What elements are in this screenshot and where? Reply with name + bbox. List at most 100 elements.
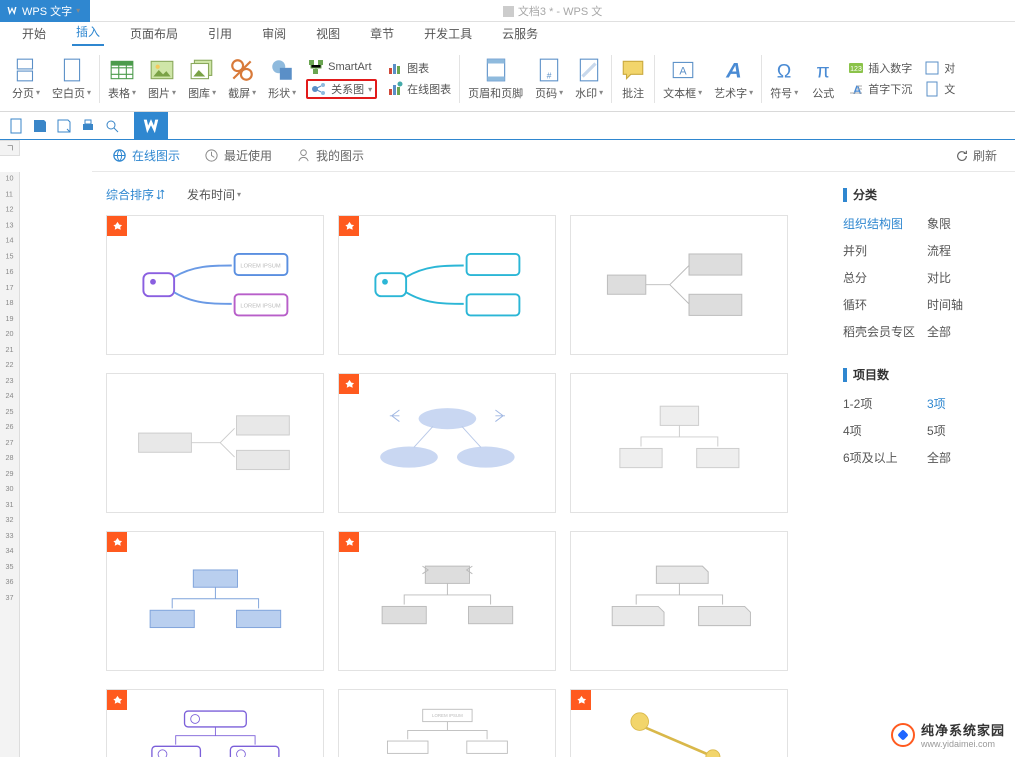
table-button[interactable]: 表格	[102, 49, 142, 109]
svg-text:A: A	[725, 57, 742, 82]
svg-text:LOREM IPSUM: LOREM IPSUM	[432, 713, 463, 718]
menu-start[interactable]: 开始	[18, 21, 50, 46]
wps-logo-icon	[6, 5, 18, 17]
app-name: WPS 文字	[22, 3, 72, 19]
menu-cloud[interactable]: 云服务	[498, 21, 542, 46]
comment-button[interactable]: 批注	[614, 49, 652, 109]
cat-compare[interactable]: 对比	[927, 269, 1005, 286]
menu-view[interactable]: 视图	[312, 21, 344, 46]
file-icon	[924, 81, 940, 97]
qa-save-icon[interactable]	[32, 118, 48, 134]
count-1-2[interactable]: 1-2项	[843, 395, 921, 412]
insert-number-button[interactable]: 123插入数字	[846, 59, 914, 77]
textbox-icon: A	[670, 57, 696, 83]
cat-flow[interactable]: 流程	[927, 242, 1005, 259]
template-card[interactable]: LOREM IPSUM	[338, 689, 556, 757]
side-panel: 分类 组织结构图 象限 并列 流程 总分 对比 循环 时间轴 稻壳会员专区 全部…	[825, 172, 1015, 757]
template-card[interactable]	[570, 531, 788, 671]
template-card[interactable]	[338, 531, 556, 671]
omega-icon: Ω	[771, 57, 797, 83]
shapes-button[interactable]: 形状	[262, 49, 302, 109]
menu-insert[interactable]: 插入	[72, 19, 104, 46]
relation-diagram-button[interactable]: 关系图▾	[306, 79, 377, 99]
table-icon	[109, 57, 135, 83]
symbol-button[interactable]: Ω 符号	[764, 49, 804, 109]
relation-icon	[311, 81, 327, 97]
count-heading: 项目数	[843, 366, 1005, 383]
tab-online-diagram[interactable]: 在线图示	[112, 147, 180, 164]
screenshot-icon	[229, 57, 255, 83]
template-card[interactable]: LOREM IPSUMLOREM IPSUM	[106, 215, 324, 355]
cat-member-zone[interactable]: 稻壳会员专区	[843, 323, 921, 340]
count-5[interactable]: 5项	[927, 422, 1005, 439]
equation-button[interactable]: π 公式	[804, 49, 842, 109]
cat-summary[interactable]: 总分	[843, 269, 921, 286]
tab-recent[interactable]: 最近使用	[204, 147, 272, 164]
chart-button[interactable]: 图表	[385, 59, 453, 77]
template-card[interactable]	[570, 373, 788, 513]
template-card[interactable]	[338, 215, 556, 355]
svg-text:123: 123	[850, 66, 862, 73]
dropcap-button[interactable]: A首字下沉	[846, 80, 914, 98]
qa-preview-icon[interactable]	[104, 118, 120, 134]
svg-text:A: A	[853, 83, 862, 97]
cat-org-chart[interactable]: 组织结构图	[843, 215, 921, 232]
premium-badge-icon	[571, 690, 591, 710]
picture-button[interactable]: 图片	[142, 49, 182, 109]
header-footer-button[interactable]: 页眉和页脚	[462, 49, 529, 109]
smartart-button[interactable]: SmartArt	[306, 58, 377, 76]
qa-print-icon[interactable]	[80, 118, 96, 134]
watermark-button[interactable]: 水印	[569, 49, 609, 109]
cat-timeline[interactable]: 时间轴	[927, 296, 1005, 313]
sort-comprehensive[interactable]: 综合排序	[106, 186, 165, 203]
document-title: 文档3 * - WPS 文	[90, 3, 1015, 19]
cat-parallel[interactable]: 并列	[843, 242, 921, 259]
page-number-button[interactable]: # 页码	[529, 49, 569, 109]
template-card[interactable]	[106, 689, 324, 757]
object-button-1[interactable]: 对	[922, 59, 957, 77]
home-button[interactable]	[134, 112, 168, 140]
qa-saveas-icon[interactable]	[56, 118, 72, 134]
template-card[interactable]	[338, 373, 556, 513]
gallery-icon	[189, 57, 215, 83]
textbox-button[interactable]: A 文本框	[657, 49, 708, 109]
count-all[interactable]: 全部	[927, 449, 1005, 466]
template-card[interactable]	[570, 215, 788, 355]
svg-text:π: π	[816, 60, 829, 82]
wordart-button[interactable]: A 艺术字	[708, 49, 759, 109]
menu-devtools[interactable]: 开发工具	[420, 21, 476, 46]
template-grid: LOREM IPSUMLOREM IPSUM	[106, 215, 809, 757]
online-chart-button[interactable]: 在线图表	[385, 80, 453, 98]
template-card[interactable]	[570, 689, 788, 757]
menu-sections[interactable]: 章节	[366, 21, 398, 46]
blank-page-button[interactable]: 空白页	[46, 49, 97, 109]
category-list: 组织结构图 象限 并列 流程 总分 对比 循环 时间轴 稻壳会员专区 全部	[843, 215, 1005, 340]
screenshot-button[interactable]: 截屏	[222, 49, 262, 109]
svg-text:#: #	[547, 70, 552, 80]
premium-badge-icon	[107, 532, 127, 552]
cat-quadrant[interactable]: 象限	[927, 215, 1005, 232]
menu-references[interactable]: 引用	[204, 21, 236, 46]
page-break-button[interactable]: 分页	[6, 49, 46, 109]
cat-cycle[interactable]: 循环	[843, 296, 921, 313]
tab-mine[interactable]: 我的图示	[296, 147, 364, 164]
count-6plus[interactable]: 6项及以上	[843, 449, 921, 466]
main-area: 1011121314151617181920212223242526272829…	[0, 172, 1015, 757]
shapes-icon	[269, 57, 295, 83]
count-3[interactable]: 3项	[927, 395, 1005, 412]
template-card[interactable]	[106, 531, 324, 671]
qa-new-icon[interactable]	[8, 118, 24, 134]
diagram-tabs: 在线图示 最近使用 我的图示 刷新	[92, 140, 1015, 172]
menu-page-layout[interactable]: 页面布局	[126, 21, 182, 46]
count-4[interactable]: 4项	[843, 422, 921, 439]
menu-review[interactable]: 审阅	[258, 21, 290, 46]
object-button-2[interactable]: 文	[922, 80, 957, 98]
watermark-icon	[576, 57, 602, 83]
template-card[interactable]	[106, 373, 324, 513]
sort-publish-time[interactable]: 发布时间▾	[187, 186, 241, 203]
premium-badge-icon	[339, 532, 359, 552]
refresh-button[interactable]: 刷新	[955, 147, 997, 164]
cat-all[interactable]: 全部	[927, 323, 1005, 340]
refresh-icon	[955, 149, 969, 163]
gallery-button[interactable]: 图库	[182, 49, 222, 109]
